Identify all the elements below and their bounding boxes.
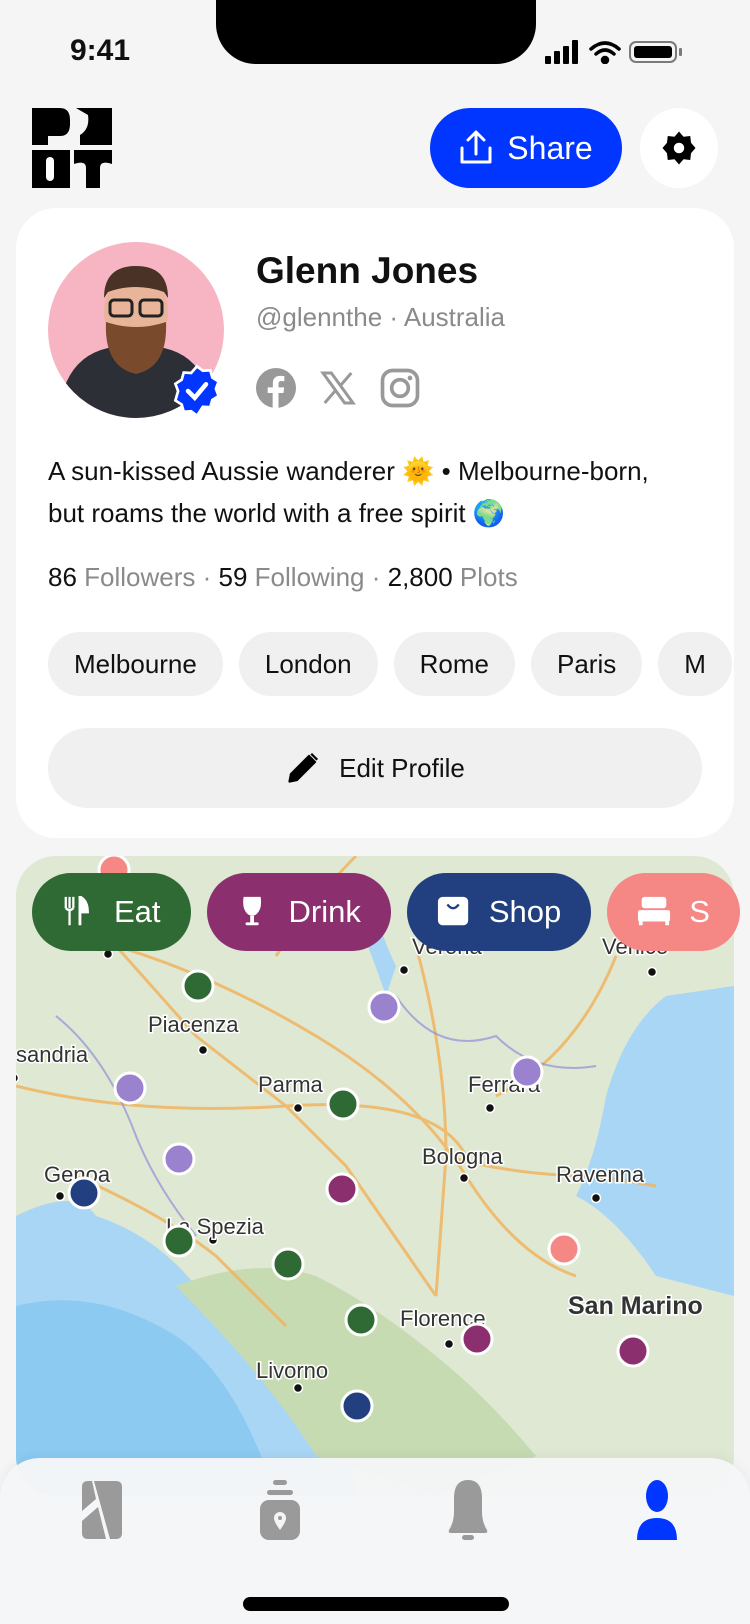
bed-icon: [638, 896, 671, 926]
place-chip[interactable]: Paris: [530, 632, 643, 696]
shopping-bag-icon: [437, 896, 469, 926]
map-pin-drink[interactable]: [616, 1334, 650, 1368]
plots-stat[interactable]: 2,800 Plots: [388, 562, 518, 592]
profile-handle: @glennthe: [256, 302, 383, 332]
map-pin-eat[interactable]: [344, 1303, 378, 1337]
profile-bio: A sun-kissed Aussie wanderer 🌞 • Melbour…: [48, 456, 649, 528]
map-pin-eat[interactable]: [271, 1247, 305, 1281]
city-dot: [292, 1382, 304, 1394]
status-time: 9:41: [70, 34, 131, 67]
edit-profile-button[interactable]: Edit Profile: [48, 728, 702, 808]
share-label: Share: [507, 129, 593, 166]
location-jar-icon: [260, 1480, 300, 1540]
city-label: Parma: [258, 1072, 324, 1097]
settings-button[interactable]: [640, 108, 718, 188]
notch: [216, 0, 536, 64]
separator: ·: [389, 302, 399, 332]
filter-chip-eat[interactable]: Eat: [32, 873, 191, 951]
city-label: Piacenza: [148, 1012, 239, 1037]
city-label: Bologna: [422, 1144, 504, 1169]
city-dot: [292, 1102, 304, 1114]
profile-location: Australia: [403, 302, 506, 332]
filter-label: Shop: [488, 894, 562, 929]
facebook-icon[interactable]: [256, 368, 296, 408]
map-pin-stay[interactable]: [547, 1232, 581, 1266]
place-chip[interactable]: M: [658, 632, 732, 696]
share-icon: [460, 130, 492, 164]
pencil-icon: [288, 752, 319, 783]
filter-chip-s[interactable]: S: [607, 873, 740, 951]
map-pin-other[interactable]: [162, 1142, 196, 1176]
filter-chip-shop[interactable]: Shop: [406, 873, 592, 951]
map-fold-icon: [82, 1481, 122, 1539]
city-dot: [590, 1192, 602, 1204]
followers-stat[interactable]: 86 Followers: [48, 562, 195, 592]
city-label: Livorno: [256, 1358, 328, 1383]
sea-east: [576, 986, 734, 1296]
city-label: sandria: [16, 1042, 89, 1067]
social-links: [256, 368, 420, 408]
city-dot: [458, 1172, 470, 1184]
map-pin-drink[interactable]: [460, 1322, 494, 1356]
map-pin-eat[interactable]: [181, 969, 215, 1003]
map-pin-other[interactable]: [367, 990, 401, 1024]
verified-badge-icon: [173, 364, 221, 418]
edit-profile-label: Edit Profile: [339, 752, 465, 783]
wifi-icon: [589, 41, 621, 64]
tab-saved[interactable]: [250, 1480, 310, 1540]
place-chip[interactable]: Melbourne: [48, 632, 223, 696]
instagram-icon[interactable]: [380, 368, 420, 408]
filter-label: Eat: [114, 894, 161, 929]
tab-notifications[interactable]: [438, 1480, 498, 1540]
filter-label: Drink: [288, 894, 361, 929]
filter-label: S: [689, 894, 710, 929]
place-chip[interactable]: London: [238, 632, 378, 696]
city-dot: [443, 1338, 455, 1350]
city-dot: [646, 966, 658, 978]
wine-glass-icon: [242, 896, 261, 926]
category-filters: Eat Drink Shop S: [32, 873, 740, 951]
plot-logo[interactable]: [32, 108, 112, 188]
city-dot: [54, 1190, 66, 1202]
city-dot: [197, 1044, 209, 1056]
following-stat[interactable]: 59 Following: [219, 562, 365, 592]
fork-knife-icon: [64, 896, 89, 926]
map-pin-shop[interactable]: [340, 1389, 374, 1423]
person-icon: [637, 1480, 677, 1540]
x-icon[interactable]: [318, 368, 358, 408]
share-button[interactable]: Share: [430, 108, 622, 188]
city-dot: [398, 964, 410, 976]
map-pin-drink[interactable]: [325, 1172, 359, 1206]
filter-chip-drink[interactable]: Drink: [206, 873, 391, 951]
map-pin-other[interactable]: [510, 1055, 544, 1089]
bell-icon: [448, 1480, 488, 1540]
battery-icon: [629, 41, 682, 63]
gear-icon: [662, 131, 696, 165]
profile-handle-location: @glennthe · Australia: [256, 302, 505, 333]
tab-map[interactable]: [72, 1480, 132, 1540]
signal-icon: [545, 40, 578, 64]
profile-name: Glenn Jones: [256, 250, 479, 291]
city-dot: [16, 1073, 20, 1083]
profile-stats: 86 Followers · 59 Following · 2,800 Plot…: [48, 562, 518, 592]
city-label: San Marino: [568, 1292, 703, 1320]
tab-profile[interactable]: [627, 1480, 687, 1540]
place-chip[interactable]: Rome: [393, 632, 515, 696]
status-icons: [545, 40, 682, 64]
borders: [55, 995, 597, 1237]
place-chips: Melbourne London Rome Paris M: [48, 632, 734, 696]
map-canvas[interactable]: MilanVeronaVenicePiacenzasandriaParmaFer…: [16, 856, 734, 1496]
map-view[interactable]: MilanVeronaVenicePiacenzasandriaParmaFer…: [16, 856, 734, 1496]
map-pin-other[interactable]: [113, 1071, 147, 1105]
map-pin-shop[interactable]: [67, 1176, 101, 1210]
map-pin-eat[interactable]: [326, 1087, 360, 1121]
city-dot: [484, 1102, 496, 1114]
city-label: Ravenna: [556, 1162, 645, 1187]
map-pin-eat[interactable]: [162, 1224, 196, 1258]
home-indicator: [243, 1597, 509, 1611]
